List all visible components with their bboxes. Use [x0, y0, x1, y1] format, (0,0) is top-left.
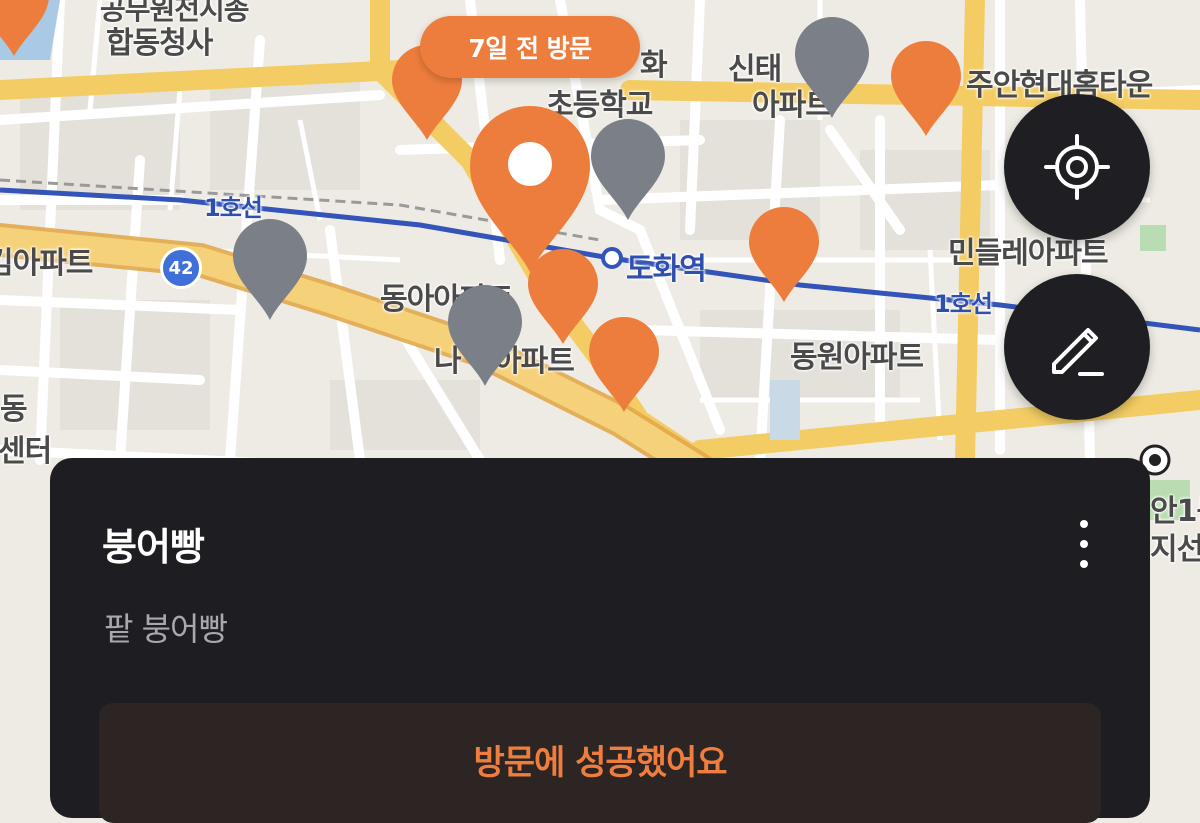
selected-store-pin[interactable] [467, 104, 593, 274]
subway-line-label: 1호선 [934, 290, 993, 318]
visit-success-button[interactable]: 방문에 성공했어요 [99, 703, 1101, 823]
map-label: 합동청사 [106, 26, 213, 61]
store-pin-gray[interactable] [231, 218, 309, 322]
map-label: 동 [0, 392, 28, 427]
store-name: 붕어빵 [102, 525, 205, 569]
crosshair-icon [1044, 134, 1110, 200]
store-detail-sheet: 붕어빵 팥 붕어빵 방문에 성공했어요 [50, 458, 1150, 823]
map-label: 지선 [1150, 532, 1200, 567]
store-pin-gray[interactable] [793, 16, 871, 120]
store-pin-orange[interactable] [747, 206, 821, 304]
store-menu: 팥 붕어빵 [104, 610, 228, 648]
more-vertical-icon[interactable] [1066, 516, 1102, 572]
store-pin-orange[interactable] [0, 0, 51, 58]
map-label: 화 [640, 48, 668, 83]
store-pin-orange[interactable] [587, 316, 661, 414]
store-pin-orange[interactable] [889, 40, 963, 138]
current-location-button[interactable] [1004, 94, 1150, 240]
map-label: 동원아파트 [790, 340, 924, 375]
last-visit-chip: 7일 전 방문 [420, 16, 640, 78]
edit-button[interactable] [1004, 274, 1150, 420]
store-pin-gray[interactable] [446, 284, 524, 388]
route-badge: 42 [160, 247, 202, 289]
map-label: 김아파트 [0, 246, 93, 281]
map-label: 센터 [0, 434, 52, 469]
station-label[interactable]: 도화역 [626, 244, 707, 288]
station-marker[interactable] [601, 247, 623, 269]
store-pin-gray[interactable] [589, 118, 667, 222]
pencil-icon [1052, 328, 1104, 376]
